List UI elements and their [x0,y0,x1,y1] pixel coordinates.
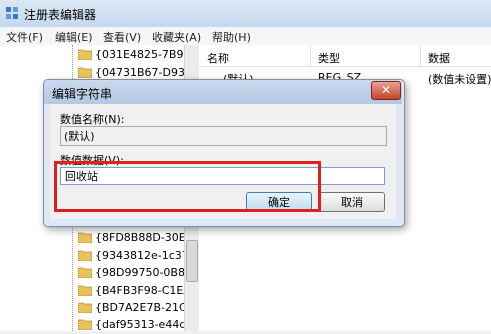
tree-scrollbar-thumb[interactable] [186,240,198,282]
regedit-app-icon [5,6,19,20]
window-title: 注册表编辑器 [24,8,97,22]
menu-help[interactable]: 帮助(H) [212,29,251,45]
tree-item-label: {B4FB3F98-C1EA [95,284,191,297]
tree-item-label: {9343812e-1c37 [95,249,189,262]
tree-item-label: {8FD8B88D-30E1 [95,231,193,244]
folder-icon [77,285,93,297]
tree-item-label: {98D99750-0B8A [95,266,193,279]
folder-icon [77,267,93,279]
value-name-text: (默认) [64,130,95,143]
close-icon[interactable]: ✕ [371,81,401,100]
column-header-data[interactable]: 数据 [428,50,450,66]
folder-icon [77,302,93,314]
column-separator[interactable] [420,46,421,66]
menu-favorites[interactable]: 收藏夹(A) [152,29,201,45]
folder-icon [77,319,93,331]
value-row-data: (数值未设置) [428,73,491,86]
column-separator[interactable] [310,46,311,66]
folder-icon [77,232,93,244]
tree-item-label: {04731B67-D933 [95,66,192,79]
column-header-type[interactable]: 类型 [318,50,340,66]
folder-icon [77,49,93,61]
cancel-button[interactable]: 取消 [319,192,385,212]
menu-file[interactable]: 文件(F) [6,29,43,45]
value-name-label: 数值名称(N): [60,113,125,126]
column-header-name[interactable]: 名称 [207,50,229,66]
value-name-field [60,126,387,146]
folder-icon [77,67,93,79]
menu-edit[interactable]: 编辑(E) [55,29,93,45]
dialog-title: 编辑字符串 [52,87,113,101]
tree-item-label: {BD7A2E7B-21CE [95,301,194,314]
tree-item-label: {daf95313-e44d [95,318,187,331]
red-highlight-box [54,161,321,212]
folder-icon [77,250,93,262]
tree-item-label: {031E4825-7B94 [95,48,191,61]
menu-view[interactable]: 查看(V) [103,29,141,45]
